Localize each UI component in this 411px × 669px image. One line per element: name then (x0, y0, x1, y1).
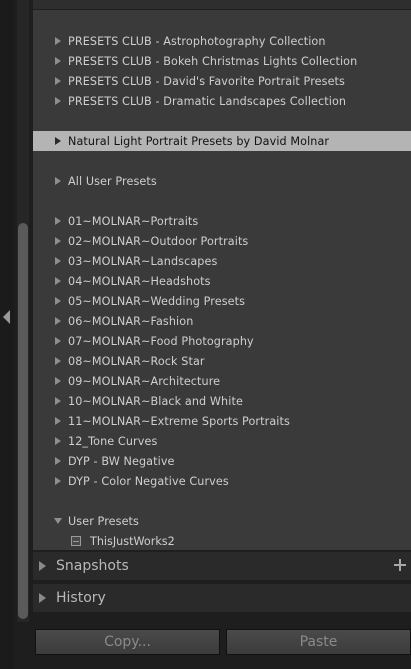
preset-folder-dyp-bw[interactable]: DYP - BW Negative (33, 451, 411, 471)
preset-folder-molnar-05[interactable]: 05~MOLNAR~Wedding Presets (33, 291, 411, 311)
preset-folder-label: PRESETS CLUB - Dramatic Landscapes Colle… (68, 94, 347, 108)
preset-folder-astrophotography[interactable]: PRESETS CLUB - Astrophotography Collecti… (33, 31, 411, 51)
preset-folder-label: 12_Tone Curves (68, 434, 158, 448)
expand-triangle-icon[interactable] (55, 57, 61, 65)
expand-triangle-icon[interactable] (55, 237, 61, 245)
preset-folder-molnar-01[interactable]: 01~MOLNAR~Portraits (33, 211, 411, 231)
expand-triangle-icon[interactable] (55, 397, 61, 405)
expand-triangle-icon[interactable] (55, 417, 61, 425)
preset-folder-label: DYP - BW Negative (68, 454, 175, 468)
preset-folder-molnar-08[interactable]: 08~MOLNAR~Rock Star (33, 351, 411, 371)
expand-triangle-icon[interactable] (55, 457, 61, 465)
expand-triangle-icon[interactable] (55, 337, 61, 345)
expand-triangle-icon[interactable] (55, 257, 61, 265)
preset-folder-label: PRESETS CLUB - Astrophotography Collecti… (68, 34, 326, 48)
preset-folder-label: PRESETS CLUB - David's Favorite Portrait… (68, 74, 345, 88)
preset-folder-natural-light-selected[interactable]: Natural Light Portrait Presets by David … (33, 131, 411, 151)
preset-folder-label: 01~MOLNAR~Portraits (68, 214, 199, 228)
preset-folder-label: 07~MOLNAR~Food Photography (68, 334, 254, 348)
preset-folder-label: 02~MOLNAR~Outdoor Portraits (68, 234, 249, 248)
preset-folder-dyp-color[interactable]: DYP - Color Negative Curves (33, 471, 411, 491)
collapse-left-panel-icon[interactable] (3, 310, 10, 324)
expand-triangle-icon[interactable] (39, 593, 46, 603)
preset-folder-bokeh[interactable]: PRESETS CLUB - Bokeh Christmas Lights Co… (33, 51, 411, 71)
preset-folder-molnar-10[interactable]: 10~MOLNAR~Black and White (33, 391, 411, 411)
collapse-triangle-icon[interactable] (54, 518, 62, 524)
preset-folder-molnar-04[interactable]: 04~MOLNAR~Headshots (33, 271, 411, 291)
panel-top-edge (33, 0, 411, 10)
scrollbar-thumb[interactable] (18, 223, 28, 619)
preset-folder-label: 09~MOLNAR~Architecture (68, 374, 221, 388)
preset-folder-label: 03~MOLNAR~Landscapes (68, 254, 218, 268)
expand-triangle-icon[interactable] (39, 561, 46, 571)
expand-triangle-icon[interactable] (55, 37, 61, 45)
preset-folder-tone-curves[interactable]: 12_Tone Curves (33, 431, 411, 451)
preset-folder-label: 10~MOLNAR~Black and White (68, 394, 243, 408)
left-panel-strip (0, 0, 14, 669)
expand-triangle-icon[interactable] (55, 277, 61, 285)
expand-triangle-icon[interactable] (55, 77, 61, 85)
preset-folder-label: PRESETS CLUB - Bokeh Christmas Lights Co… (68, 54, 358, 68)
preset-icon (71, 536, 81, 546)
expand-triangle-icon[interactable] (55, 297, 61, 305)
preset-folder-molnar-06[interactable]: 06~MOLNAR~Fashion (33, 311, 411, 331)
preset-folder-label: 08~MOLNAR~Rock Star (68, 354, 205, 368)
preset-folder-label: DYP - Color Negative Curves (68, 474, 229, 488)
preset-folder-label: Natural Light Portrait Presets by David … (68, 134, 330, 148)
expand-triangle-icon[interactable] (55, 437, 61, 445)
preset-item-label: ThisJustWorks2 (90, 534, 175, 548)
expand-triangle-icon[interactable] (55, 97, 61, 105)
preset-folder-label: 04~MOLNAR~Headshots (68, 274, 211, 288)
preset-folder-label: All User Presets (68, 174, 157, 188)
snapshots-panel-header[interactable]: Snapshots (33, 551, 411, 580)
preset-folder-molnar-03[interactable]: 03~MOLNAR~Landscapes (33, 251, 411, 271)
expand-triangle-icon[interactable] (55, 317, 61, 325)
preset-folder-molnar-07[interactable]: 07~MOLNAR~Food Photography (33, 331, 411, 351)
preset-folder-molnar-09[interactable]: 09~MOLNAR~Architecture (33, 371, 411, 391)
preset-folder-dramatic-landscapes[interactable]: PRESETS CLUB - Dramatic Landscapes Colle… (33, 91, 411, 111)
expand-triangle-icon[interactable] (55, 137, 61, 145)
preset-folder-label: 11~MOLNAR~Extreme Sports Portraits (68, 414, 290, 428)
preset-folder-molnar-02[interactable]: 02~MOLNAR~Outdoor Portraits (33, 231, 411, 251)
expand-triangle-icon[interactable] (55, 377, 61, 385)
preset-folder-molnar-11[interactable]: 11~MOLNAR~Extreme Sports Portraits (33, 411, 411, 431)
preset-folder-label: 06~MOLNAR~Fashion (68, 314, 194, 328)
preset-folder-label: User Presets (68, 514, 139, 528)
preset-folder-user-presets[interactable]: User Presets (33, 511, 411, 531)
expand-triangle-icon[interactable] (55, 177, 61, 185)
preset-item-thisjustworks2[interactable]: ThisJustWorks2 (33, 531, 411, 551)
copy-paste-bar: Copy... Paste (33, 622, 411, 669)
expand-triangle-icon[interactable] (55, 477, 61, 485)
plus-icon[interactable] (393, 558, 407, 572)
expand-triangle-icon[interactable] (55, 357, 61, 365)
expand-triangle-icon[interactable] (55, 217, 61, 225)
preset-folder-label: 05~MOLNAR~Wedding Presets (68, 294, 246, 308)
section-title: Snapshots (56, 558, 129, 574)
section-title: History (56, 590, 106, 606)
copy-button[interactable]: Copy... (35, 629, 220, 655)
preset-folder-favorite-portrait[interactable]: PRESETS CLUB - David's Favorite Portrait… (33, 71, 411, 91)
paste-button[interactable]: Paste (226, 629, 411, 655)
preset-folder-all-user[interactable]: All User Presets (33, 171, 411, 191)
history-panel-header[interactable]: History (33, 583, 411, 612)
